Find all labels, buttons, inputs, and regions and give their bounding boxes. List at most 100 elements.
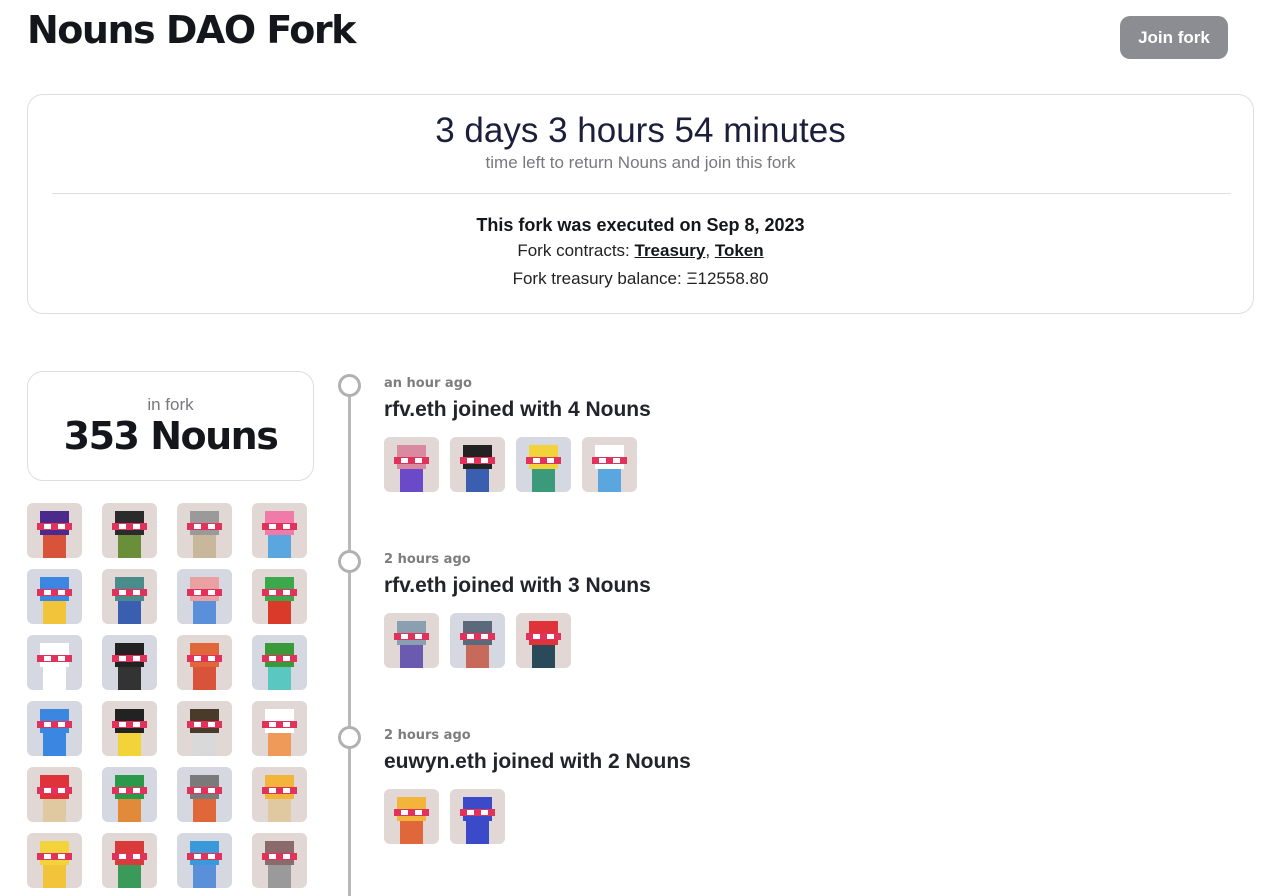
noggles-icon bbox=[394, 633, 429, 640]
noggles-icon bbox=[460, 809, 495, 816]
noun-avatar[interactable] bbox=[252, 833, 307, 888]
noun-body bbox=[268, 601, 291, 624]
noun-avatar[interactable] bbox=[102, 767, 157, 822]
noun-body bbox=[268, 733, 291, 756]
noun-avatar[interactable] bbox=[450, 789, 505, 844]
timeline-dot bbox=[338, 550, 361, 573]
noun-avatar[interactable] bbox=[252, 503, 307, 558]
timeline-line bbox=[348, 385, 351, 896]
noun-avatar[interactable] bbox=[252, 635, 307, 690]
noun-avatar[interactable] bbox=[27, 833, 82, 888]
noun-avatar[interactable] bbox=[582, 437, 637, 492]
noun-body bbox=[400, 469, 423, 492]
noun-avatar[interactable] bbox=[177, 701, 232, 756]
noggles-icon bbox=[262, 523, 297, 530]
noun-avatar[interactable] bbox=[252, 701, 307, 756]
treasury-value: Ξ12558.80 bbox=[686, 269, 769, 288]
noun-avatar[interactable] bbox=[27, 701, 82, 756]
noun-avatar[interactable] bbox=[384, 613, 439, 668]
treasury-link[interactable]: Treasury bbox=[635, 241, 706, 260]
noun-avatar[interactable] bbox=[102, 503, 157, 558]
noun-avatar[interactable] bbox=[177, 833, 232, 888]
noun-body bbox=[43, 799, 66, 822]
noggles-icon bbox=[394, 809, 429, 816]
noun-body bbox=[466, 821, 489, 844]
token-link[interactable]: Token bbox=[715, 241, 764, 260]
noggles-icon bbox=[37, 721, 72, 728]
join-fork-button[interactable]: Join fork bbox=[1120, 16, 1228, 59]
noun-body bbox=[118, 733, 141, 756]
noun-body bbox=[268, 535, 291, 558]
fork-executed-text: This fork was executed on Sep 8, 2023 bbox=[476, 215, 805, 235]
noun-body bbox=[268, 799, 291, 822]
noun-avatar[interactable] bbox=[177, 569, 232, 624]
countdown-timer: 3 days 3 hours 54 minutes bbox=[435, 111, 846, 150]
noun-body bbox=[532, 469, 555, 492]
noun-avatar[interactable] bbox=[516, 613, 571, 668]
noggles-icon bbox=[187, 787, 222, 794]
event-nouns bbox=[384, 437, 637, 492]
noggles-icon bbox=[394, 457, 429, 464]
noun-avatar[interactable] bbox=[516, 437, 571, 492]
noggles-icon bbox=[37, 655, 72, 662]
noun-body bbox=[193, 799, 216, 822]
fork-info-card: 3 days 3 hours 54 minutes time left to r… bbox=[27, 94, 1254, 314]
noun-avatar[interactable] bbox=[102, 701, 157, 756]
noun-body bbox=[193, 667, 216, 690]
noun-body bbox=[118, 601, 141, 624]
noun-body bbox=[268, 667, 291, 690]
noun-avatar[interactable] bbox=[102, 569, 157, 624]
page-title: Nouns DAO Fork bbox=[27, 8, 356, 52]
noggles-icon bbox=[262, 721, 297, 728]
noggles-icon bbox=[526, 457, 561, 464]
noggles-icon bbox=[262, 787, 297, 794]
event-time: an hour ago bbox=[384, 376, 472, 391]
noun-avatar[interactable] bbox=[384, 437, 439, 492]
event-title: rfv.eth joined with 3 Nouns bbox=[384, 574, 651, 597]
noggles-icon bbox=[262, 655, 297, 662]
noggles-icon bbox=[112, 655, 147, 662]
noggles-icon bbox=[112, 589, 147, 596]
event-time: 2 hours ago bbox=[384, 728, 471, 743]
event-title: rfv.eth joined with 4 Nouns bbox=[384, 398, 651, 421]
noun-avatar[interactable] bbox=[450, 613, 505, 668]
nouns-in-fork-grid bbox=[27, 503, 307, 888]
noun-avatar[interactable] bbox=[177, 635, 232, 690]
noun-avatar[interactable] bbox=[27, 767, 82, 822]
noun-body bbox=[118, 865, 141, 888]
noggles-icon bbox=[112, 787, 147, 794]
noun-body bbox=[598, 469, 621, 492]
noggles-icon bbox=[112, 853, 147, 860]
noun-body bbox=[268, 865, 291, 888]
countdown-caption: time left to return Nouns and join this … bbox=[485, 153, 796, 172]
noun-body bbox=[43, 865, 66, 888]
noun-body bbox=[532, 645, 555, 668]
noggles-icon bbox=[187, 721, 222, 728]
noun-body bbox=[466, 469, 489, 492]
treasury-label: Fork treasury balance: bbox=[512, 269, 682, 288]
noun-avatar[interactable] bbox=[384, 789, 439, 844]
divider bbox=[52, 193, 1231, 194]
noggles-icon bbox=[112, 721, 147, 728]
noun-avatar[interactable] bbox=[177, 767, 232, 822]
noun-avatar[interactable] bbox=[450, 437, 505, 492]
noun-avatar[interactable] bbox=[102, 833, 157, 888]
noun-avatar[interactable] bbox=[27, 503, 82, 558]
contracts-label: Fork contracts: bbox=[517, 241, 630, 260]
noun-body bbox=[193, 601, 216, 624]
event-nouns bbox=[384, 613, 571, 668]
noun-avatar[interactable] bbox=[252, 569, 307, 624]
noggles-icon bbox=[37, 787, 72, 794]
timeline-dot bbox=[338, 726, 361, 749]
fork-count-value: 353 Nouns bbox=[63, 414, 279, 458]
noun-avatar[interactable] bbox=[27, 569, 82, 624]
timeline-dot bbox=[338, 374, 361, 397]
noun-body bbox=[43, 667, 66, 690]
noun-avatar[interactable] bbox=[177, 503, 232, 558]
noun-avatar[interactable] bbox=[27, 635, 82, 690]
noun-avatar[interactable] bbox=[102, 635, 157, 690]
fork-count-card: in fork 353 Nouns bbox=[27, 371, 314, 481]
noun-body bbox=[193, 733, 216, 756]
noggles-icon bbox=[37, 523, 72, 530]
noun-avatar[interactable] bbox=[252, 767, 307, 822]
